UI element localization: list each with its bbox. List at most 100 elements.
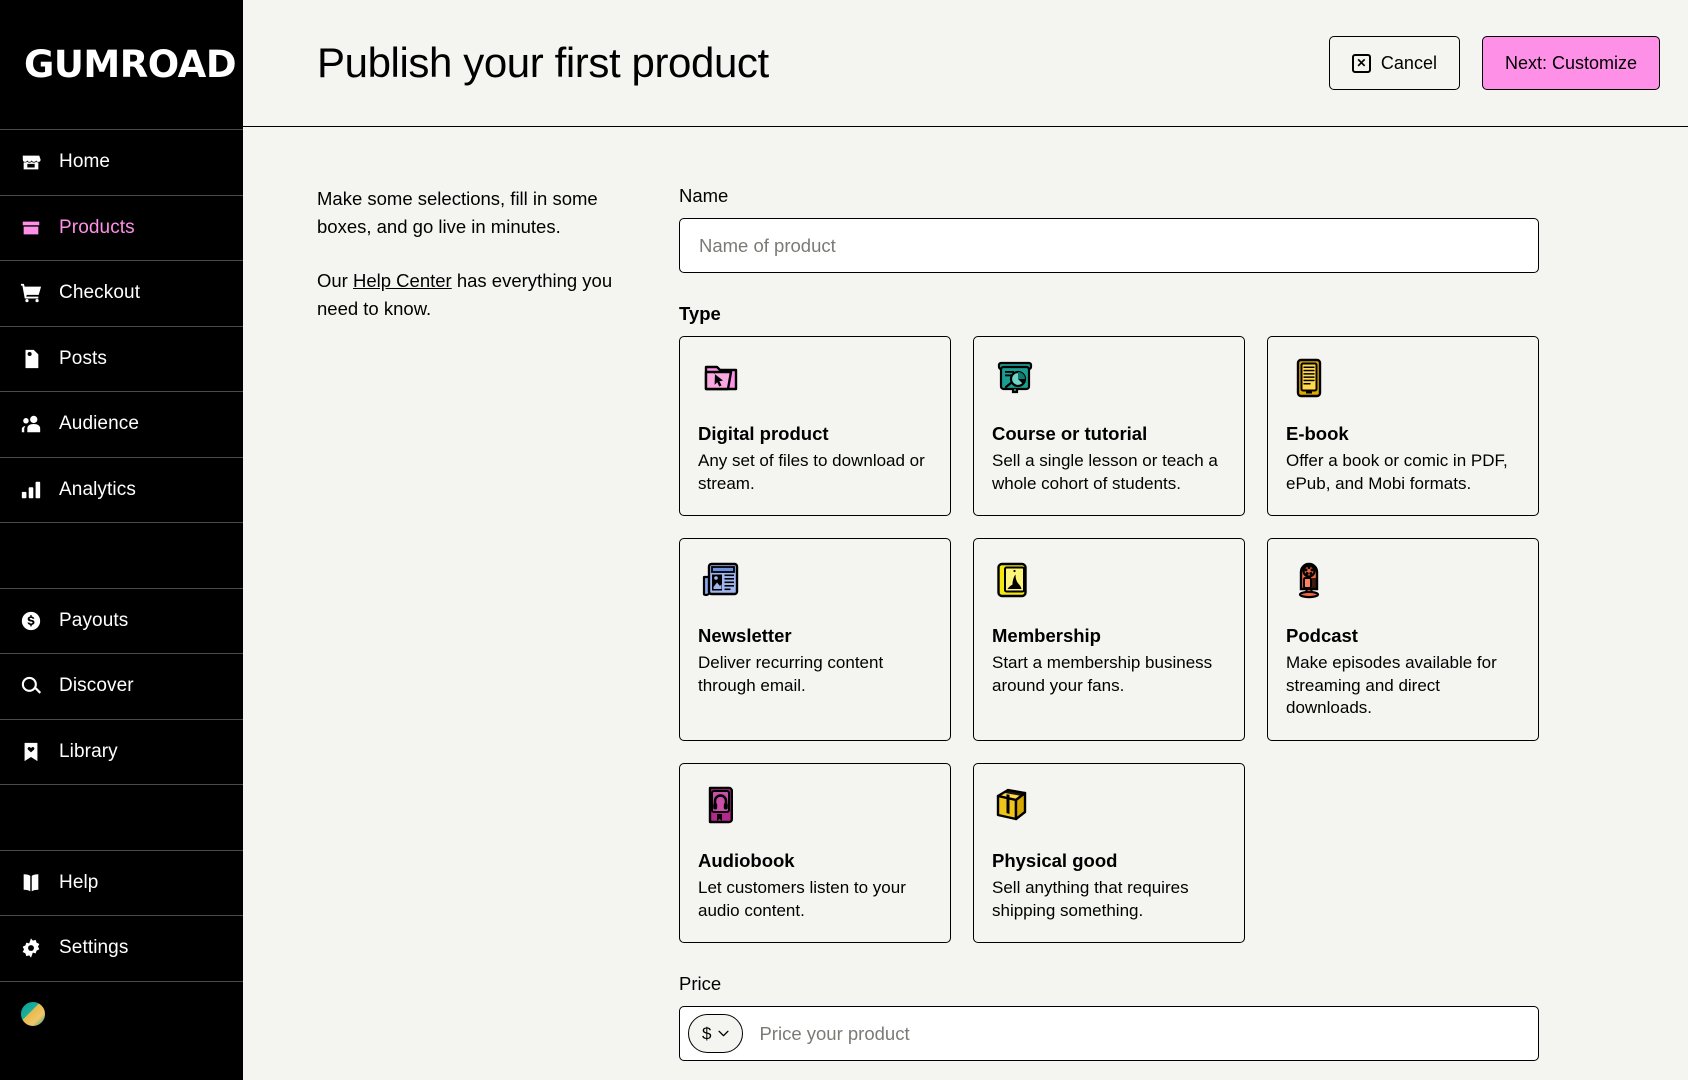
intro-column: Make some selections, fill in some boxes… <box>317 185 617 1080</box>
avatar <box>20 1001 46 1028</box>
content-area: Make some selections, fill in some boxes… <box>243 127 1688 1080</box>
sidebar-item-discover[interactable]: Discover <box>0 654 243 720</box>
type-card-desc: Sell anything that requires shipping som… <box>992 878 1189 920</box>
currency-symbol: $ <box>702 1023 712 1043</box>
type-card-title: Membership <box>992 625 1101 647</box>
type-card-title: Digital product <box>698 423 829 444</box>
sidebar-item-checkout[interactable]: Checkout <box>0 261 243 327</box>
help-center-link[interactable]: Help Center <box>353 270 452 291</box>
type-card-title: Audiobook <box>698 850 795 872</box>
bar-chart-icon <box>20 479 42 501</box>
name-label: Name <box>679 185 729 206</box>
topbar-actions: ✕ Cancel Next: Customize <box>1328 36 1660 90</box>
product-name-input[interactable] <box>679 218 1539 273</box>
currency-selector[interactable]: $ <box>688 1014 744 1054</box>
products-box-icon <box>20 217 42 239</box>
sidebar-item-library[interactable]: Library <box>0 720 243 785</box>
type-card-digital-product[interactable]: Digital product Any set of files to down… <box>679 336 951 517</box>
type-section: Type Digital product Any set of files to… <box>679 303 1539 944</box>
type-card-podcast[interactable]: Podcast Make episodes available for stre… <box>1267 538 1539 742</box>
price-row: $ <box>679 1006 1539 1062</box>
name-section: Name <box>679 185 1539 273</box>
type-card-desc: Make episodes available for streaming an… <box>1286 653 1497 718</box>
type-card-newsletter[interactable]: Newsletter Deliver recurring content thr… <box>679 538 951 742</box>
ebook-icon <box>1286 355 1332 401</box>
price-section: Price $ <box>679 973 1539 1062</box>
cancel-button[interactable]: ✕ Cancel <box>1328 36 1460 90</box>
sidebar-item-label: Analytics <box>59 478 136 500</box>
sidebar-item-label: Settings <box>59 937 129 959</box>
sidebar-divider-2 <box>0 785 243 851</box>
next-customize-button[interactable]: Next: Customize <box>1481 36 1660 90</box>
cancel-button-label: Cancel <box>1380 52 1437 73</box>
brand-logo-area[interactable]: GUMROAD <box>0 0 243 130</box>
document-icon <box>20 348 42 370</box>
type-card-desc: Let customers listen to your audio conte… <box>698 878 906 920</box>
sidebar-item-profile[interactable] <box>0 982 243 1048</box>
type-card-desc: Any set of files to download or stream. <box>698 451 925 493</box>
type-card-e-book[interactable]: E-book Offer a book or comic in PDF, ePu… <box>1267 336 1539 517</box>
sidebar-item-label: Checkout <box>59 282 141 304</box>
sidebar-item-label: Payouts <box>59 609 129 631</box>
bookmark-heart-icon <box>20 741 42 763</box>
type-card-course-or-tutorial[interactable]: Course or tutorial Sell a single lesson … <box>973 336 1245 517</box>
newspaper-icon <box>698 557 744 603</box>
store-icon <box>20 151 42 173</box>
membership-card-icon <box>992 557 1038 603</box>
sidebar-item-analytics[interactable]: Analytics <box>0 458 243 523</box>
audiobook-headphones-icon <box>698 782 744 828</box>
sidebar-item-label: Discover <box>59 675 134 697</box>
type-card-title: Podcast <box>1286 625 1358 647</box>
type-card-audiobook[interactable]: Audiobook Let customers listen to your a… <box>679 763 951 944</box>
close-icon: ✕ <box>1351 53 1371 73</box>
sidebar-item-label: Library <box>59 740 118 762</box>
page-title: Publish your first product <box>317 39 769 86</box>
sidebar-item-label: Help <box>59 871 99 893</box>
sidebar-item-label: Posts <box>59 347 108 369</box>
type-card-title: Course or tutorial <box>992 423 1148 444</box>
chevron-down-icon <box>718 1030 730 1037</box>
gear-icon <box>20 937 42 959</box>
app-root: GUMROAD Home Products Checkout Posts Aud… <box>0 0 1688 1080</box>
sidebar-item-label: Products <box>59 216 135 238</box>
form-column: Name Type <box>679 185 1539 1080</box>
type-card-desc: Start a membership business around your … <box>992 653 1213 695</box>
type-card-title: Newsletter <box>698 625 792 647</box>
sidebar-item-audience[interactable]: Audience <box>0 392 243 458</box>
folder-cursor-icon <box>698 355 744 401</box>
type-card-membership[interactable]: Membership Start a membership business a… <box>973 538 1245 742</box>
topbar: Publish your first product ✕ Cancel Next… <box>243 0 1688 127</box>
sidebar-item-label: Audience <box>59 413 140 435</box>
type-label: Type <box>679 303 721 324</box>
intro-paragraph-1: Make some selections, fill in some boxes… <box>317 188 598 238</box>
sidebar-item-settings[interactable]: Settings <box>0 916 243 982</box>
gumroad-logo: GUMROAD <box>24 43 237 86</box>
shopping-cart-icon <box>20 282 42 304</box>
sidebar-item-posts[interactable]: Posts <box>0 327 243 392</box>
microphone-icon <box>1286 557 1332 603</box>
type-grid: Digital product Any set of files to down… <box>679 336 1539 944</box>
presentation-chart-icon <box>992 355 1038 401</box>
next-button-label: Next: Customize <box>1504 52 1637 73</box>
dollar-circle-icon <box>20 610 42 632</box>
price-input[interactable] <box>743 1022 1530 1045</box>
sidebar-divider-1 <box>0 523 243 589</box>
type-card-physical-good[interactable]: Physical good Sell anything that require… <box>973 763 1245 944</box>
sidebar-item-label: Home <box>59 151 111 173</box>
intro-text-before: Our <box>317 270 353 292</box>
type-card-desc: Offer a book or comic in PDF, ePub, and … <box>1286 451 1508 493</box>
sidebar: GUMROAD Home Products Checkout Posts Aud… <box>0 0 243 1080</box>
type-card-title: E-book <box>1286 423 1349 444</box>
search-icon <box>20 675 42 697</box>
type-card-desc: Sell a single lesson or teach a whole co… <box>992 451 1218 493</box>
type-card-desc: Deliver recurring content through email. <box>698 653 884 695</box>
shipping-box-icon <box>992 782 1038 828</box>
type-card-title: Physical good <box>992 850 1118 872</box>
intro-paragraph-2: Our Help Center has everything you need … <box>317 267 617 323</box>
sidebar-item-payouts[interactable]: Payouts <box>0 589 243 654</box>
sidebar-item-products[interactable]: Products <box>0 196 243 261</box>
main-area: Publish your first product ✕ Cancel Next… <box>243 0 1688 1080</box>
price-label: Price <box>679 973 722 995</box>
sidebar-item-help[interactable]: Help <box>0 851 243 916</box>
sidebar-item-home[interactable]: Home <box>0 130 243 196</box>
